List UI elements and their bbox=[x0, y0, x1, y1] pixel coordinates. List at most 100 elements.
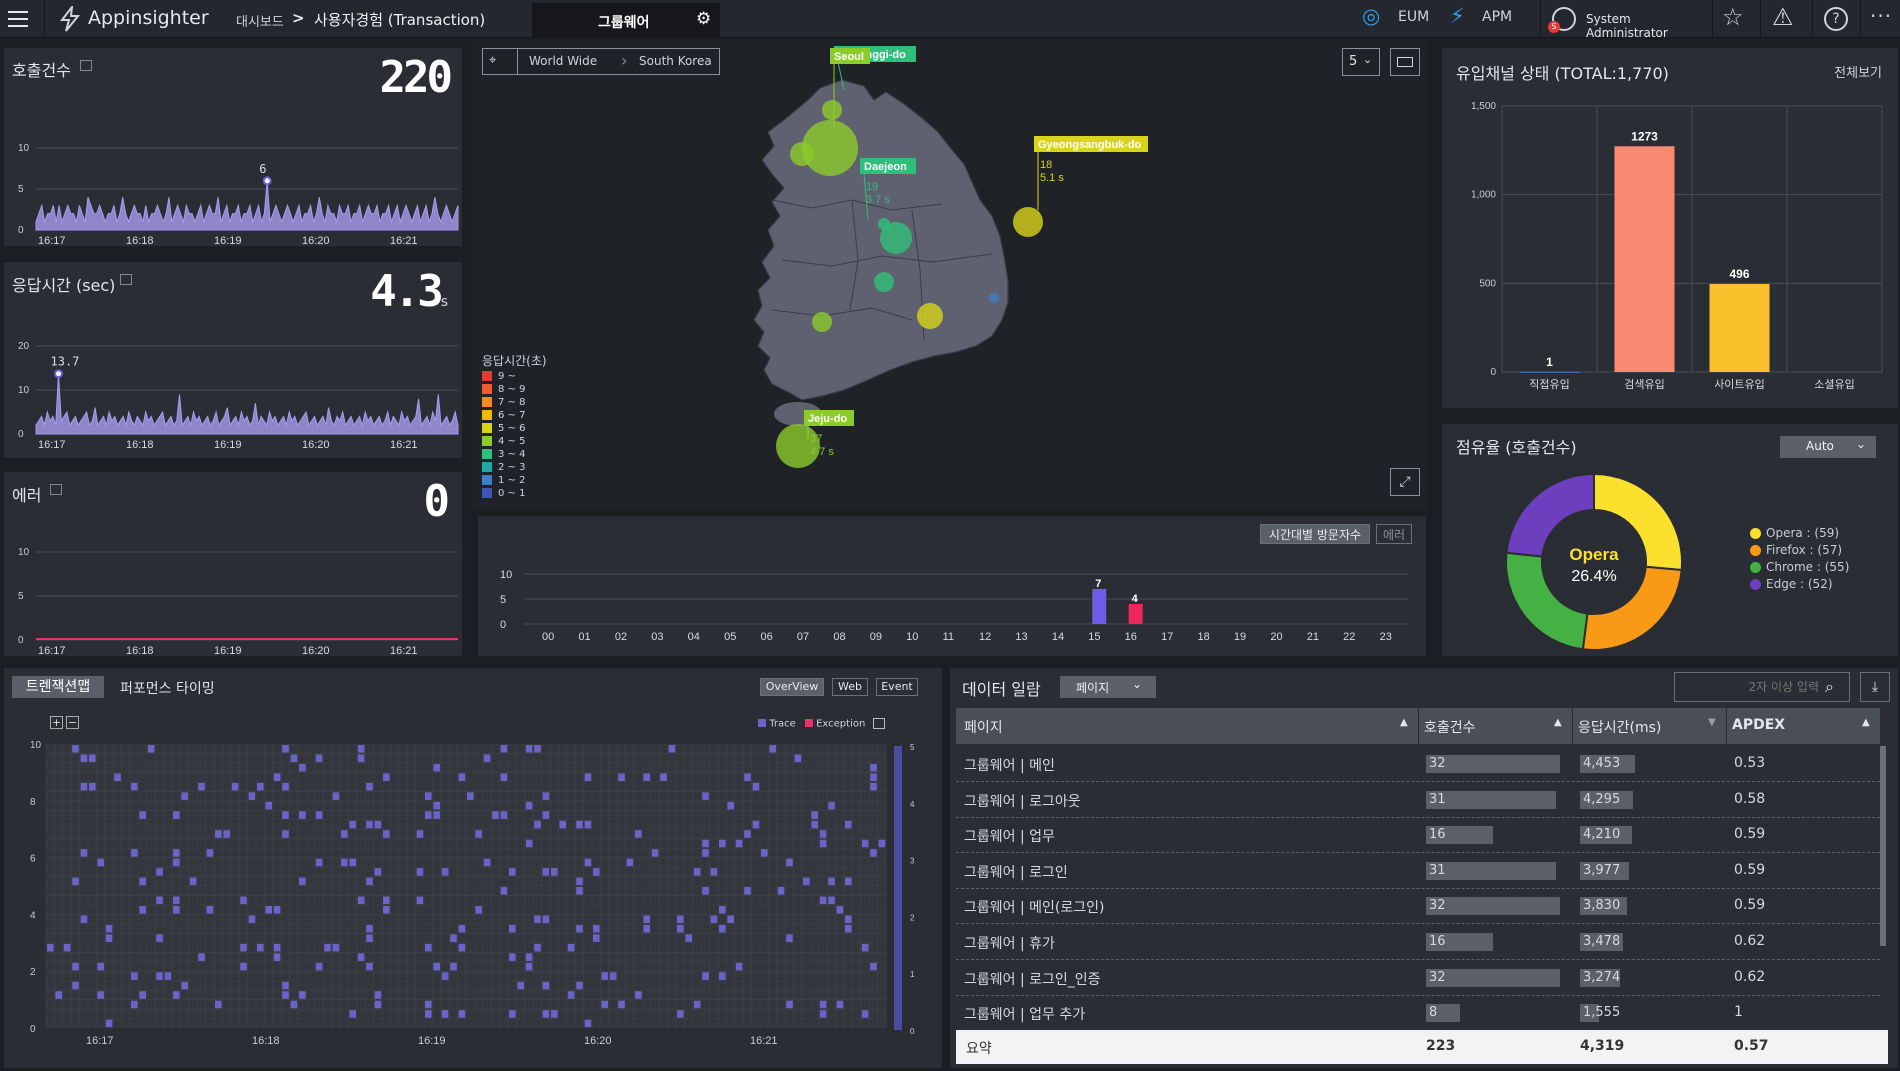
trace-cell bbox=[240, 962, 247, 971]
trace-cell bbox=[47, 943, 54, 952]
region-name: Gyeongsangbuk-do bbox=[1038, 139, 1142, 151]
trace-cell bbox=[89, 782, 96, 791]
share-legend-item[interactable]: Edge : (52) bbox=[1750, 577, 1849, 594]
legend-swatch bbox=[482, 436, 492, 446]
copy-icon[interactable] bbox=[80, 60, 92, 71]
eum-button[interactable]: ◎ EUM bbox=[1362, 3, 1432, 35]
share-donut: Opera 26.4% bbox=[1505, 472, 1683, 651]
tab-transaction-map[interactable]: 트렌잭션맵 bbox=[12, 676, 104, 698]
trace-cell bbox=[584, 773, 592, 782]
web-button[interactable]: Web bbox=[832, 678, 868, 696]
summary-row: 요약 223 4,319 0.57 bbox=[956, 1030, 1888, 1064]
table-row[interactable]: 그룹웨어 | 업무 16 4,210 0.59 bbox=[956, 817, 1880, 854]
summary-calls: 223 bbox=[1426, 1038, 1456, 1054]
trace-cell bbox=[139, 877, 146, 886]
table-row[interactable]: 그룹웨어 | 휴가 16 3,478 0.62 bbox=[956, 924, 1880, 960]
datalist-select[interactable]: 페이지 ⌄ bbox=[1060, 676, 1156, 698]
list-icon[interactable] bbox=[872, 718, 885, 729]
trace-cell bbox=[668, 745, 676, 753]
table-row[interactable]: 그룹웨어 | 로그아웃 31 4,295 0.58 bbox=[956, 782, 1880, 818]
zoom-out-icon[interactable]: − bbox=[66, 716, 79, 729]
warning-icon[interactable]: ⚠ bbox=[1772, 3, 1794, 31]
col-calls[interactable]: 호출건수 bbox=[1424, 717, 1476, 737]
sort-up-icon[interactable]: ▲ bbox=[1554, 717, 1562, 728]
download-icon[interactable]: ⤓ bbox=[1860, 672, 1890, 702]
hour-bar-label: 7 bbox=[1095, 578, 1101, 590]
trace-cell bbox=[433, 763, 440, 772]
trace-cell bbox=[635, 991, 642, 999]
share-legend-item[interactable]: Chrome : (55) bbox=[1750, 560, 1849, 577]
region-bubble bbox=[989, 293, 999, 303]
breadcrumb-root[interactable]: 대시보드 bbox=[236, 11, 284, 30]
overview-button[interactable]: OverView bbox=[760, 678, 824, 696]
tab-groupware[interactable]: 그룹웨어 ⚙ bbox=[532, 3, 720, 38]
sort-up-icon[interactable]: ▲ bbox=[1862, 717, 1870, 728]
trace-cell bbox=[643, 924, 650, 933]
calls-panel: 호출건수 220 10 5 0 16:17 16:18 16:19 16:20 16:21 6 bbox=[4, 48, 462, 246]
trace-cell bbox=[366, 877, 373, 886]
sort-down-icon[interactable]: ▼ bbox=[1708, 717, 1716, 728]
visitors-by-hour-button[interactable]: 시간대별 방문자수 bbox=[1260, 524, 1370, 544]
event-button[interactable]: Event bbox=[876, 678, 918, 696]
map-legend: 9 ~ 8 ~ 9 7 ~ 8 6 ~ 7 5 ~ 6 4 ~ 5 3 ~ 4 2 ~ 3 1 … bbox=[482, 370, 525, 500]
trace-cell bbox=[374, 991, 382, 999]
share-select[interactable]: Auto ⌄ bbox=[1780, 436, 1876, 458]
tab-performance-timing[interactable]: 퍼포먼스 타이밍 bbox=[120, 678, 215, 698]
x-tick-label: 16:20 bbox=[302, 235, 330, 244]
copy-icon[interactable] bbox=[50, 484, 62, 495]
menu-icon[interactable] bbox=[8, 11, 28, 27]
trace-cell bbox=[215, 1000, 222, 1009]
table-row[interactable]: 그룹웨어 | 메인 32 4,453 0.53 bbox=[956, 746, 1880, 782]
map-legend-title: 응답시간(초) bbox=[482, 354, 547, 368]
search-box[interactable]: ⌕ bbox=[1674, 672, 1850, 702]
trace-cell bbox=[601, 1000, 608, 1009]
share-title: 점유율 (호출건수) bbox=[1456, 438, 1577, 457]
x-tick-label: 15 bbox=[1088, 631, 1100, 643]
trace-cell bbox=[181, 792, 188, 800]
app-name: Appinsighter bbox=[88, 7, 209, 29]
table-row[interactable]: 그룹웨어 | 메인(로그인) 32 3,830 0.59 bbox=[956, 888, 1880, 925]
share-legend-item[interactable]: Firefox : (57) bbox=[1750, 543, 1849, 560]
trace-cell bbox=[752, 782, 760, 791]
col-time[interactable]: 응답시간(ms) bbox=[1578, 717, 1661, 737]
share-legend-item[interactable]: Opera : (59) bbox=[1750, 526, 1849, 543]
trace-cell bbox=[299, 991, 306, 999]
channel-bar bbox=[1709, 284, 1770, 372]
datalist-scrollbar[interactable] bbox=[1880, 746, 1886, 946]
trace-cell bbox=[534, 745, 541, 753]
search-icon[interactable]: ⌕ bbox=[1825, 677, 1834, 697]
trace-cell bbox=[273, 773, 281, 782]
trace-swatch bbox=[758, 718, 766, 727]
trace-cell bbox=[584, 1019, 592, 1028]
col-apdex[interactable]: APDEX bbox=[1732, 717, 1785, 733]
copy-icon[interactable] bbox=[120, 274, 132, 285]
more-icon[interactable]: ··· bbox=[1870, 4, 1892, 28]
trace-cell bbox=[509, 1010, 516, 1018]
zoom-in-icon[interactable]: + bbox=[50, 716, 63, 729]
table-row[interactable]: 그룹웨어 | 로그인_인증 32 3,274 0.62 bbox=[956, 960, 1880, 996]
view-all-link[interactable]: 전체보기 bbox=[1834, 62, 1882, 81]
apm-button[interactable]: ⚡ APM bbox=[1450, 3, 1530, 35]
region-bubble bbox=[1013, 207, 1043, 237]
cell-calls: 8 bbox=[1429, 1005, 1438, 1021]
cell-time: 1,555 bbox=[1583, 1005, 1621, 1021]
table-row[interactable]: 그룹웨어 | 로그인 31 3,977 0.59 bbox=[956, 853, 1880, 889]
user-menu[interactable]: S System Administrator bbox=[1548, 3, 1706, 40]
sort-up-icon[interactable]: ▲ bbox=[1400, 717, 1408, 728]
trace-cell bbox=[273, 953, 281, 961]
table-row[interactable]: 그룹웨어 | 업무 추가 8 1,555 1 bbox=[956, 995, 1880, 1032]
trace-cell bbox=[63, 943, 71, 952]
map-panel: ⌖ World Wide › South Korea 5 ⌄ Gyeonggi-… bbox=[472, 40, 1428, 510]
search-input[interactable] bbox=[1679, 677, 1819, 697]
col-page[interactable]: 페이지 bbox=[964, 717, 1003, 737]
trace-cell bbox=[576, 887, 583, 895]
gear-icon[interactable]: ⚙ bbox=[696, 9, 711, 29]
error-toggle-button[interactable]: 에러 bbox=[1376, 524, 1412, 544]
expand-icon[interactable]: ⤢ bbox=[1390, 468, 1420, 496]
trace-cell bbox=[819, 839, 827, 848]
channel-category: 소셜유입 bbox=[1814, 378, 1854, 391]
help-icon[interactable]: ? bbox=[1824, 7, 1848, 31]
x-tick-label: 16:19 bbox=[418, 1035, 446, 1047]
star-icon[interactable]: ☆ bbox=[1722, 3, 1744, 31]
trace-cell bbox=[357, 754, 365, 763]
